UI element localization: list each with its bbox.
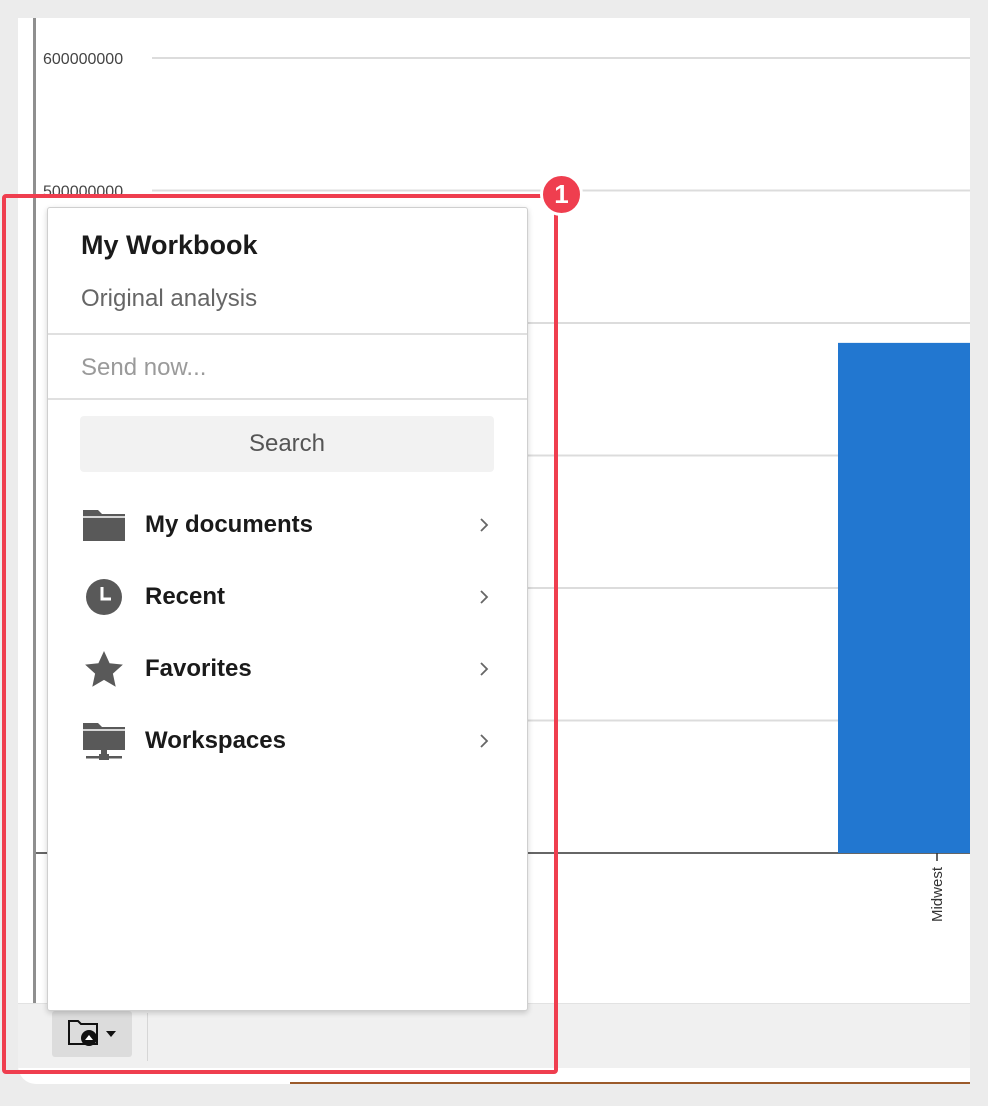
- menu-divider: [48, 333, 527, 335]
- menu-item-label: Recent: [145, 583, 226, 610]
- menu-item-workspaces[interactable]: Workspaces: [80, 711, 500, 771]
- menu-item-label: Favorites: [145, 655, 252, 682]
- annotation-step-badge: 1: [540, 173, 583, 216]
- chevron-down-icon: [105, 1025, 117, 1043]
- workbook-menu: My Workbook Original analysis Send now..…: [47, 207, 528, 1011]
- workbook-subtitle: Original analysis: [81, 285, 258, 312]
- footer-strip: [290, 1082, 970, 1084]
- chevron-right-icon: [474, 587, 494, 607]
- workbook-title: My Workbook: [81, 230, 258, 260]
- menu-item-my-documents[interactable]: My documents: [80, 495, 500, 555]
- x-tick-label: Midwest: [929, 866, 946, 922]
- y-tick-label: 500000000: [43, 184, 123, 201]
- menu-item-recent[interactable]: Recent: [80, 567, 500, 627]
- folder-upload-icon: [67, 1016, 101, 1053]
- menu-item-favorites[interactable]: Favorites: [80, 639, 500, 699]
- chevron-right-icon: [474, 731, 494, 751]
- menu-item-label: Workspaces: [145, 727, 286, 754]
- folder-icon: [80, 501, 128, 549]
- panel-left-border: [33, 18, 36, 1003]
- bar: [838, 342, 970, 853]
- folder-menu-button[interactable]: [52, 1011, 132, 1057]
- bottom-toolbar: [18, 1003, 970, 1068]
- send-now-item[interactable]: Send now...: [81, 354, 206, 382]
- toolbar-divider: [147, 1013, 148, 1061]
- y-tick-label: 600000000: [43, 51, 123, 68]
- menu-item-label: My documents: [145, 511, 314, 538]
- star-icon: [80, 645, 128, 693]
- menu-divider: [48, 398, 527, 400]
- chevron-right-icon: [474, 659, 494, 679]
- clock-icon: [80, 573, 128, 621]
- chevron-right-icon: [474, 515, 494, 535]
- network-folder-icon: [80, 717, 128, 765]
- search-button[interactable]: Search: [80, 416, 494, 472]
